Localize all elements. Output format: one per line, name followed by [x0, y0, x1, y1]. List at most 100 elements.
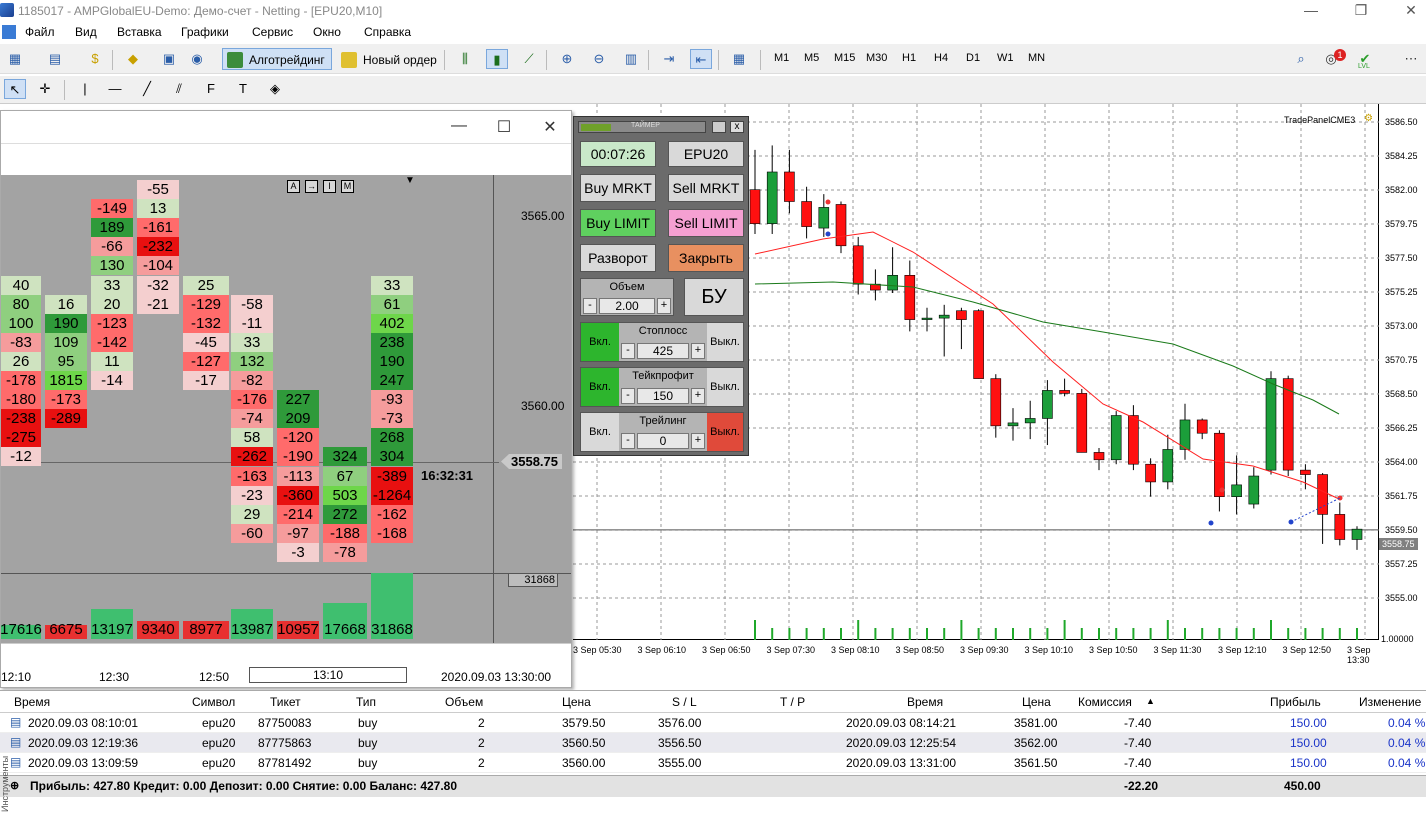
menu-charts[interactable]: Графики	[181, 25, 229, 39]
trailing-plus-button[interactable]: +	[691, 433, 705, 449]
volume-plus-button[interactable]: +	[657, 298, 671, 314]
vertical-line-icon[interactable]: |	[74, 79, 96, 99]
tf-m15[interactable]: M15	[834, 52, 855, 64]
buy-limit-button[interactable]: Buy LIMIT	[580, 209, 656, 237]
candlestick-chart-icon[interactable]: ▮	[486, 49, 508, 69]
crosshair-icon[interactable]: ✛	[34, 79, 56, 99]
col-symbol[interactable]: Символ	[192, 695, 235, 709]
trailing-on-button[interactable]: Вкл.	[581, 413, 619, 451]
new-order-button[interactable]: Новый ордер	[336, 48, 444, 70]
fp-menu-button[interactable]: M	[341, 180, 354, 193]
takeprofit-on-button[interactable]: Вкл.	[581, 368, 619, 406]
col-sl[interactable]: S / L	[672, 695, 697, 709]
expand-icon[interactable]: ⊕	[10, 779, 19, 792]
close-icon[interactable]: ✕	[1396, 2, 1426, 19]
buy-market-button[interactable]: Buy MRKT	[580, 174, 656, 202]
tf-m30[interactable]: M30	[866, 52, 887, 64]
takeprofit-minus-button[interactable]: -	[621, 388, 635, 404]
fibonacci-icon[interactable]: F	[200, 79, 222, 99]
breakeven-button[interactable]: БУ	[684, 278, 744, 316]
equidistant-channel-icon[interactable]: ⫽	[168, 79, 190, 99]
sell-limit-button[interactable]: Sell LIMIT	[668, 209, 744, 237]
line-chart-icon[interactable]: ⟋	[518, 49, 540, 69]
trendline-icon[interactable]: ╱	[136, 79, 158, 99]
collapse-arrow-icon[interactable]: ▼	[405, 175, 415, 186]
restore-icon[interactable]: ❐	[1346, 2, 1376, 19]
signals-icon[interactable]: ◉	[186, 49, 208, 69]
panel-close-button[interactable]: x	[730, 121, 744, 133]
trailing-minus-button[interactable]: -	[621, 433, 635, 449]
takeprofit-off-button[interactable]: Выкл.	[707, 368, 743, 406]
table-row[interactable]: ▤ 2020.09.03 12:19:36 epu20 87775863 buy 2 356…	[0, 733, 1426, 753]
col-profit[interactable]: Прибыль	[1270, 695, 1321, 709]
horizontal-line-icon[interactable]: —	[104, 79, 126, 99]
table-row[interactable]: ▤ 2020.09.03 13:09:59 epu20 87781492 buy 2 356…	[0, 753, 1426, 773]
fp-auto-button[interactable]: A	[287, 180, 300, 193]
fp-cursor-button[interactable]: I	[323, 180, 336, 193]
col-type[interactable]: Тип	[356, 695, 376, 709]
stoploss-on-button[interactable]: Вкл.	[581, 323, 619, 361]
trailing-input[interactable]: 0	[637, 433, 689, 449]
fp-shift-button[interactable]: →	[305, 180, 318, 193]
templates-icon[interactable]: ▦	[728, 49, 750, 69]
stoploss-minus-button[interactable]: -	[621, 343, 635, 359]
col-commission[interactable]: Комиссия	[1078, 695, 1132, 709]
col-change[interactable]: Изменение	[1359, 695, 1421, 709]
tf-w1[interactable]: W1	[997, 52, 1014, 64]
close-position-button[interactable]: Закрыть	[668, 244, 744, 272]
market-watch-icon[interactable]: $	[84, 49, 106, 69]
minimize-icon[interactable]: —	[1296, 2, 1326, 18]
profiles-icon[interactable]: ▤	[44, 49, 66, 69]
col-close-time[interactable]: Время	[907, 695, 943, 709]
takeprofit-plus-button[interactable]: +	[691, 388, 705, 404]
menu-file[interactable]: Файл	[25, 25, 55, 39]
menu-insert[interactable]: Вставка	[117, 25, 162, 39]
fp-time-scroll[interactable]: 13:10	[249, 667, 407, 683]
zoom-out-icon[interactable]: ⊖	[588, 49, 610, 69]
time-axis[interactable]: 3 Sep 05:30 3 Sep 06:10 3 Sep 06:50 3 Sep 0…	[573, 640, 1379, 665]
indicator-gear-icon[interactable]: ⚙	[1364, 113, 1373, 124]
tf-m5[interactable]: M5	[804, 52, 819, 64]
col-close-price[interactable]: Цена	[1022, 695, 1051, 709]
footprint-window[interactable]: — ☐ ✕ A → I M ▼ 3565.00 3560.00 3558.75 …	[0, 110, 572, 688]
col-ticket[interactable]: Тикет	[270, 695, 301, 709]
col-tp[interactable]: T / P	[780, 695, 805, 709]
sell-market-button[interactable]: Sell MRKT	[668, 174, 744, 202]
menu-tools[interactable]: Сервис	[252, 25, 293, 39]
autoscroll-icon[interactable]: ⇥	[658, 49, 680, 69]
tf-h4[interactable]: H4	[934, 52, 948, 64]
text-icon[interactable]: T	[232, 79, 254, 99]
cursor-icon[interactable]: ↖	[4, 79, 26, 99]
col-open-time[interactable]: Время	[14, 695, 50, 709]
stoploss-off-button[interactable]: Выкл.	[707, 323, 743, 361]
tf-m1[interactable]: M1	[774, 52, 789, 64]
navigator-icon[interactable]: ▣	[158, 49, 180, 69]
toolbox-side-tab[interactable]: Инструменты	[0, 756, 14, 812]
takeprofit-input[interactable]: 150	[637, 388, 689, 404]
tf-mn[interactable]: MN	[1028, 52, 1045, 64]
maximize-icon[interactable]: ☐	[492, 117, 516, 137]
document-icon[interactable]	[2, 25, 16, 39]
more-icon[interactable]: ⋯	[1400, 49, 1422, 69]
trailing-off-button[interactable]: Выкл.	[707, 413, 743, 451]
stoploss-input[interactable]: 425	[637, 343, 689, 359]
new-chart-icon[interactable]: ▦	[4, 49, 26, 69]
panel-minimize-button[interactable]	[712, 121, 726, 133]
footprint-chart[interactable]: A → I M ▼ 3565.00 3560.00 3558.75 16:32:…	[0, 175, 571, 643]
tile-windows-icon[interactable]: ▥	[620, 49, 642, 69]
menu-window[interactable]: Окно	[313, 25, 341, 39]
price-axis[interactable]: 3586.50 3584.25 3582.00 3579.75 3577.50 3575.…	[1379, 104, 1426, 640]
col-price[interactable]: Цена	[562, 695, 591, 709]
volume-input[interactable]: 2.00	[599, 298, 655, 314]
zoom-in-icon[interactable]: ⊕	[556, 49, 578, 69]
col-volume[interactable]: Объем	[445, 695, 483, 709]
strategy-tester-icon[interactable]: ◆	[122, 49, 144, 69]
bar-chart-icon[interactable]: ⫼	[454, 49, 476, 69]
menu-help[interactable]: Справка	[364, 25, 411, 39]
volume-minus-button[interactable]: -	[583, 298, 597, 314]
table-row[interactable]: ▤ 2020.09.03 08:10:01 epu20 87750083 buy 2 357…	[0, 713, 1426, 733]
close-icon[interactable]: ✕	[538, 117, 562, 137]
stoploss-plus-button[interactable]: +	[691, 343, 705, 359]
tf-d1[interactable]: D1	[966, 52, 980, 64]
chart-shift-icon[interactable]: ⇤	[690, 49, 712, 69]
